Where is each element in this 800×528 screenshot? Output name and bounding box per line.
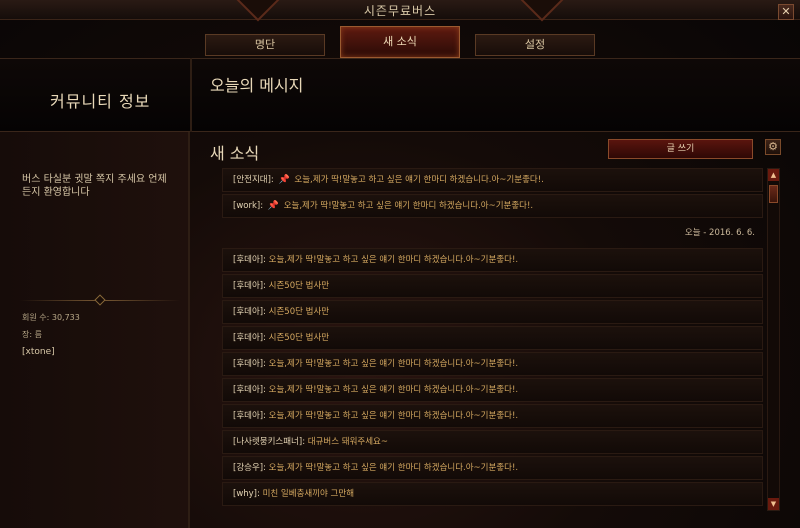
list-item[interactable]: [강승우]: 오늘,제가 딱!말놓고 하고 싶은 얘기 한마디 하겠습니다.아~… [222, 456, 763, 480]
message-text: 오늘,제가 딱!말놓고 하고 싶은 얘기 한마디 하겠습니다.아~기분좋다!. [268, 359, 519, 369]
header-divider [190, 58, 192, 132]
title-bar: 시즌무료버스 ✕ [0, 0, 800, 22]
community-window: 시즌무료버스 ✕ 명단 새 소식 설정 커뮤니티 정보 오늘의 메시지 버스 타… [0, 0, 800, 528]
pinned-message[interactable]: [안전지대]: 📌 오늘,제가 딱!말놓고 하고 싶은 얘기 한마디 하겠습니다… [222, 168, 763, 192]
news-title: 새 소식 [210, 144, 260, 163]
leader-name[interactable]: [xtone] [22, 347, 55, 357]
message-text: 대규버스 돼워주세요~ [307, 437, 388, 447]
message-text: 미친 일베충새끼야 그만해 [262, 489, 355, 499]
tab-roster[interactable]: 명단 [205, 34, 325, 56]
list-item[interactable]: [후데아]: 오늘,제가 딱!말놓고 하고 싶은 얘기 한마디 하겠습니다.아~… [222, 378, 763, 402]
message-text: 오늘,제가 딱!말놓고 하고 싶은 얘기 한마디 하겠습니다.아~기분좋다!. [268, 463, 519, 473]
list-item[interactable]: [후데아]: 오늘,제가 딱!말놓고 하고 싶은 얘기 한마디 하겠습니다.아~… [222, 248, 763, 272]
message-text: 시즌50단 법사만 [268, 333, 330, 343]
news-feed: [안전지대]: 📌 오늘,제가 딱!말놓고 하고 싶은 얘기 한마디 하겠습니다… [222, 168, 764, 514]
scroll-thumb[interactable] [769, 185, 778, 203]
message-author: [나사렛뭉키스패너] [233, 437, 303, 447]
message-author: [why] [233, 489, 258, 499]
tab-news[interactable]: 새 소식 [340, 26, 460, 58]
list-item[interactable]: [나사렛뭉키스패너]: 대규버스 돼워주세요~ [222, 430, 763, 454]
window-title: 시즌무료버스 [363, 4, 437, 18]
leader-label: 장: 름 [22, 330, 42, 339]
list-item[interactable]: [후데아]: 시즌50단 법사만 [222, 300, 763, 324]
tab-bar: 명단 새 소식 설정 [205, 26, 600, 58]
message-author: [후데아] [233, 333, 264, 343]
arrow-up-icon[interactable]: ▲ [768, 169, 779, 181]
message-text: 오늘,제가 딱!말놓고 하고 싶은 얘기 한마디 하겠습니다.아~기분좋다!. [268, 411, 519, 421]
close-button[interactable]: ✕ [778, 4, 794, 20]
list-item[interactable]: [후데아]: 시즌50단 법사만 [222, 326, 763, 350]
date-separator: 오늘 - 2016. 6. 6. [684, 228, 755, 238]
feed-scrollbar[interactable]: ▲ ▼ [767, 168, 780, 511]
tab-settings[interactable]: 설정 [475, 34, 595, 56]
message-author: [안전지대] [233, 175, 271, 185]
message-text: 오늘,제가 딱!말놓고 하고 싶은 얘기 한마디 하겠습니다.아~기분좋다!. [283, 201, 534, 211]
message-author: [강승우] [233, 463, 264, 473]
pin-icon: 📌 [267, 201, 279, 211]
message-text: 오늘,제가 딱!말놓고 하고 싶은 얘기 한마디 하겠습니다.아~기분좋다!. [294, 175, 544, 185]
message-author: [후데아] [233, 307, 264, 317]
message-author: [후데아] [233, 411, 264, 421]
gear-icon[interactable]: ⚙ [765, 139, 781, 155]
message-author: [후데아] [233, 281, 264, 291]
list-item[interactable]: [후데아]: 오늘,제가 딱!말놓고 하고 싶은 얘기 한마디 하겠습니다.아~… [222, 352, 763, 376]
message-text: 시즌50단 법사만 [268, 307, 330, 317]
message-author: [후데아] [233, 359, 264, 369]
community-description: 버스 타실분 귓말 쪽지 주세요 언제든지 환영합니다 [22, 174, 167, 198]
pin-icon: 📌 [278, 175, 290, 185]
message-text: 오늘,제가 딱!말놓고 하고 싶은 얘기 한마디 하겠습니다.아~기분좋다!. [268, 255, 519, 265]
write-post-button[interactable]: 글 쓰기 [608, 139, 753, 159]
message-author: [후데아] [233, 255, 264, 265]
list-item[interactable]: [why]: 미친 일베충새끼야 그만해 [222, 482, 763, 506]
pinned-message[interactable]: [work]: 📌 오늘,제가 딱!말놓고 하고 싶은 얘기 한마디 하겠습니다… [222, 194, 763, 218]
list-item[interactable]: [후데아]: 시즌50단 법사만 [222, 274, 763, 298]
list-item[interactable]: [후데아]: 오늘,제가 딱!말놓고 하고 싶은 얘기 한마디 하겠습니다.아~… [222, 404, 763, 428]
message-of-the-day-title: 오늘의 메시지 [210, 76, 304, 95]
message-text: 오늘,제가 딱!말놓고 하고 싶은 얘기 한마디 하겠습니다.아~기분좋다!. [268, 385, 519, 395]
member-count: 회원 수: 30,733 [22, 313, 80, 322]
message-author: [후데아] [233, 385, 264, 395]
arrow-down-icon[interactable]: ▼ [768, 498, 779, 510]
message-text: 시즌50단 법사만 [268, 281, 330, 291]
community-info-title: 커뮤니티 정보 [50, 92, 151, 111]
message-author: [work] [233, 201, 261, 211]
